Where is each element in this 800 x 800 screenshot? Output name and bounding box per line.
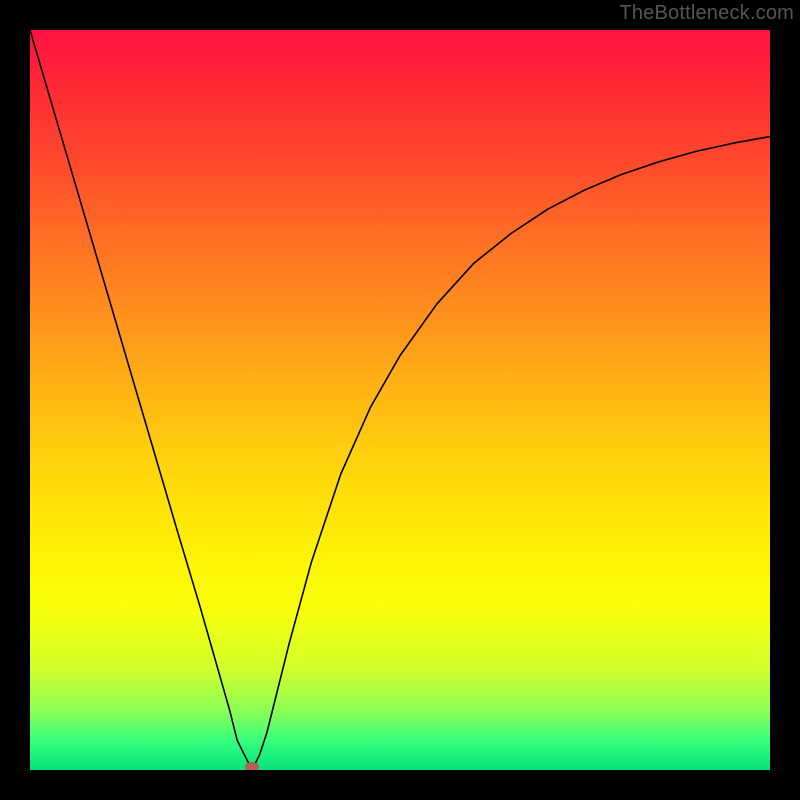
chart-frame: TheBottleneck.com xyxy=(0,0,800,800)
minimum-marker xyxy=(245,762,259,770)
chart-svg xyxy=(30,30,770,770)
watermark-text: TheBottleneck.com xyxy=(619,2,794,25)
bottleneck-curve xyxy=(30,30,770,770)
plot-area xyxy=(30,30,770,770)
